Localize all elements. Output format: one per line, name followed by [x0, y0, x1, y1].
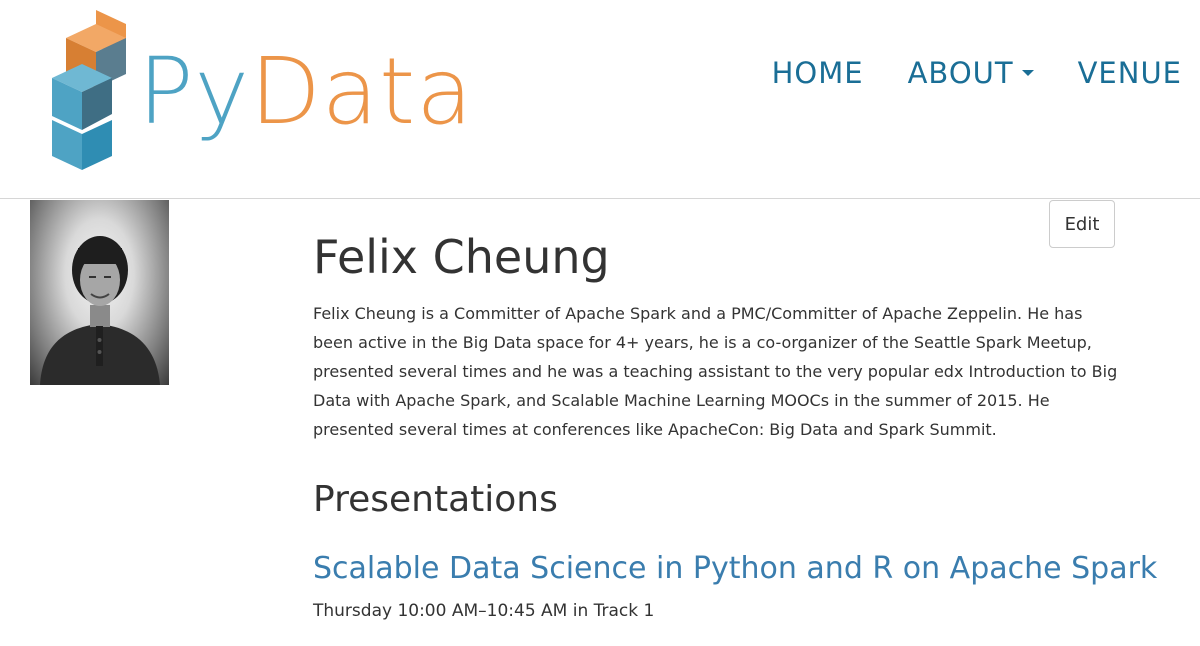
speaker-name: Felix Cheung — [313, 230, 610, 284]
caret-down-icon — [1021, 70, 1034, 76]
pydata-logo[interactable]: PyData — [48, 8, 473, 176]
main-nav: HOME ABOUT VENUE — [772, 56, 1182, 90]
presentation-link[interactable]: Scalable Data Science in Python and R on… — [313, 551, 1157, 587]
speaker-content: Felix Cheung Felix Cheung is a Committer… — [313, 230, 1157, 622]
nav-venue[interactable]: VENUE — [1078, 56, 1182, 90]
nav-about-label: ABOUT — [907, 56, 1014, 90]
speaker-bio: Felix Cheung is a Committer of Apache Sp… — [313, 304, 1118, 440]
site-header: PyData HOME ABOUT VENUE — [0, 0, 1200, 199]
wordmark-data: Data — [249, 38, 474, 145]
nav-home[interactable]: HOME — [772, 56, 864, 90]
pydata-wordmark: PyData — [138, 46, 474, 138]
speaker-photo — [30, 200, 169, 385]
presentation-schedule: Thursday 10:00 AM–10:45 AM in Track 1 — [313, 601, 655, 622]
nav-about[interactable]: ABOUT — [908, 56, 1034, 90]
wordmark-py: Py — [138, 38, 250, 145]
presentations-heading: Presentations — [313, 479, 558, 521]
